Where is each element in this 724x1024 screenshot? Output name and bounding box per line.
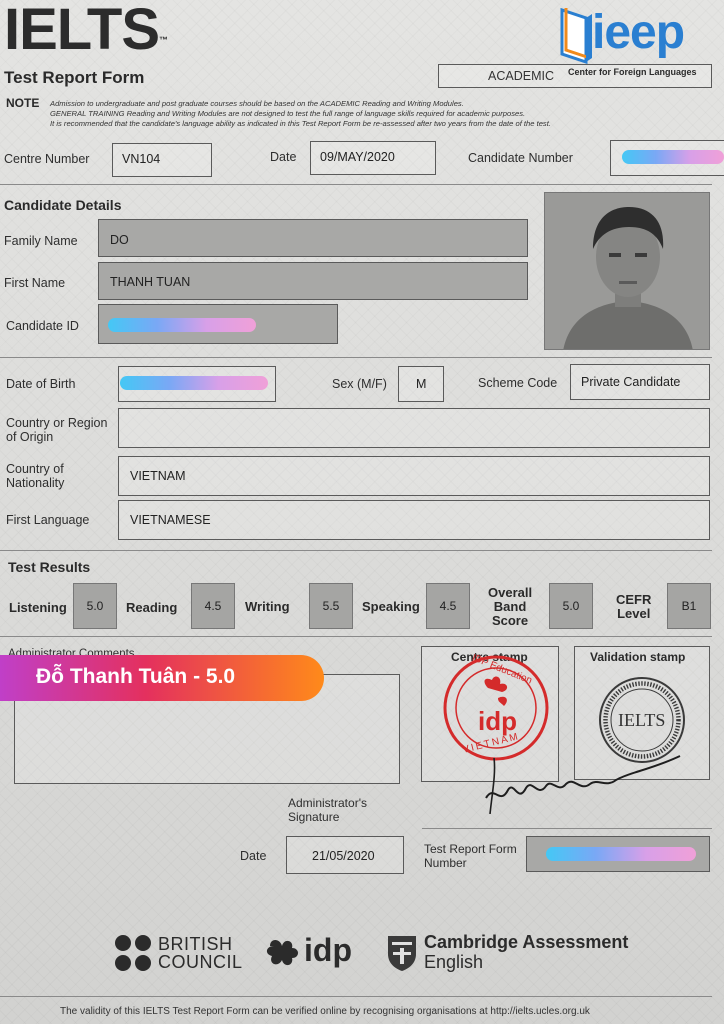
overall-label-line-1: Overall [488,585,533,600]
first-name-label: First Name [4,276,66,290]
ieep-wordmark: ieep [592,6,685,59]
nationality-label: Country of Nationality [6,462,64,490]
first-name-value: THANH TUAN [110,275,191,289]
idp-logo-text: idp [304,932,352,968]
trf-number-label: Test Report Form Number [424,842,517,870]
country-origin-box [118,408,710,448]
cambridge-line-2: English [424,952,484,972]
cambridge-logo: Cambridge Assessment English [386,932,629,976]
ielts-logo-text: IELTS [4,0,160,62]
idp-leaf-icon [266,940,298,966]
signature-scribble [485,755,681,814]
validation-stamp-label: Validation stamp [590,650,686,664]
reading-label: Reading [126,600,178,615]
nationality-label-line-1: Country of [6,462,64,476]
cefr-label-line-1: CEFR [616,592,652,607]
issue-date-value: 21/05/2020 [312,849,375,863]
overall-label-line-2: Band [493,599,527,614]
validation-seal-text: IELTS [618,710,666,730]
ieep-book-icon [560,7,592,64]
country-origin-label-line-2: of Origin [6,430,54,444]
portrait-image [545,193,709,349]
dob-redaction [120,376,268,390]
note-line-3: It is recommended that the candidate's l… [50,119,551,128]
scheme-code-value: Private Candidate [581,375,681,389]
divider-2 [0,357,712,358]
validity-note: The validity of this IELTS Test Report F… [60,1006,590,1017]
note-label: NOTE [6,96,40,110]
cefr-label: CEFR Level [616,593,651,621]
candidate-photo [544,192,710,350]
note-line-2: GENERAL TRAINING Reading and Writing Mod… [50,109,526,118]
ieep-logo: ieep Center for Foreign Languages [556,4,724,80]
issue-date-label: Date [240,849,267,863]
candidate-number-label: Candidate Number [468,151,573,165]
family-name-box [98,219,528,257]
overall-score: 5.0 [549,583,593,629]
nationality-box [118,456,710,496]
nationality-value: VIETNAM [130,469,186,483]
divider-4 [0,636,712,637]
british-council-dots-icon [115,935,151,971]
ielts-logo: IELTS™ [4,0,168,62]
speaking-score: 4.5 [426,583,470,629]
admin-signature-label-line-2: Signature [288,810,340,824]
nationality-label-line-2: Nationality [6,476,65,490]
cambridge-shield-icon [388,936,416,971]
result-banner-text: Đỗ Thanh Tuân - 5.0 [36,665,236,688]
trf-number-redaction [546,847,696,861]
centre-number-label: Centre Number [4,152,90,166]
writing-score: 5.5 [309,583,353,629]
candidate-id-redaction [108,318,256,332]
date-value: 09/MAY/2020 [320,150,395,164]
admin-signature-label-line-1: Administrator's [288,796,367,810]
writing-label: Writing [245,599,290,614]
cefr-label-line-2: Level [617,606,651,621]
divider-5 [422,828,712,829]
trademark: ™ [159,35,168,45]
speaking-label: Speaking [362,599,420,614]
country-origin-label-line-1: Country or Region [6,416,108,430]
divider-1 [0,184,712,185]
divider-3 [0,550,712,551]
trf-number-label-line-1: Test Report Form [424,842,517,856]
note-line-1: Admission to undergraduate and post grad… [50,99,464,108]
idp-logo: idp [266,932,366,976]
sex-value: M [416,377,427,391]
overall-label: Overall Band Score [488,586,532,628]
admin-signature-label: Administrator's Signature [288,796,367,824]
listening-score: 5.0 [73,583,117,629]
family-name-value: DO [110,233,129,247]
trf-number-label-line-2: Number [424,856,467,870]
cambridge-line-1: Cambridge Assessment [424,932,629,952]
form-title: Test Report Form [4,68,145,87]
dob-label: Date of Birth [6,377,76,391]
british-council-line-2: COUNCIL [158,952,243,972]
scheme-code-label: Scheme Code [478,376,558,390]
country-origin-label: Country or Region of Origin [6,416,107,444]
sex-label: Sex (M/F) [332,377,387,391]
module-value: ACADEMIC [488,69,554,83]
british-council-logo: BRITISH COUNCIL [114,934,244,974]
date-label: Date [270,150,297,164]
overall-label-line-3: Score [491,613,529,628]
first-language-label: First Language [6,513,90,527]
first-language-value: VIETNAMESE [130,513,211,527]
test-report-form: IELTS™ Test Report Form ACADEMIC ieep Ce… [0,0,724,1024]
candidate-id-label: Candidate ID [6,319,79,333]
ieep-tagline: Center for Foreign Languages [568,67,697,77]
divider-footer [0,996,712,997]
reading-score: 4.5 [191,583,235,629]
test-results-heading: Test Results [8,559,91,575]
family-name-label: Family Name [4,234,78,248]
centre-number-value: VN104 [122,152,161,166]
candidate-number-redaction [622,150,724,164]
listening-label: Listening [9,600,67,615]
cefr-level: B1 [667,583,711,629]
candidate-details-heading: Candidate Details [4,197,122,213]
